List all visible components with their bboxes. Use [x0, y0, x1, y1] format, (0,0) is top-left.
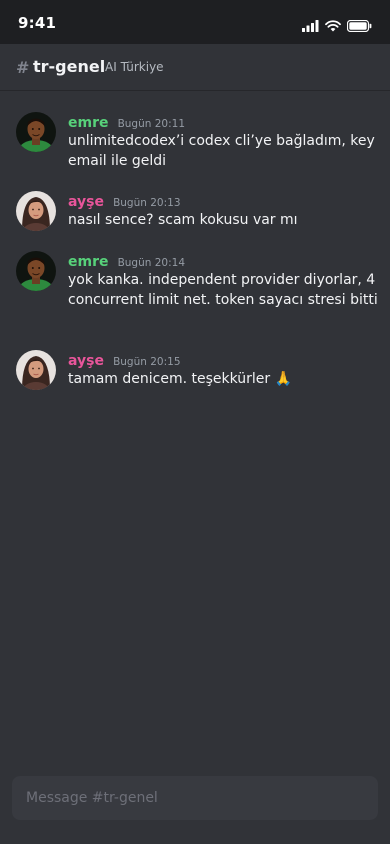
timestamp: Bugün 20:13 [113, 197, 181, 209]
status-icons [302, 18, 372, 34]
timestamp: Bugün 20:14 [117, 257, 186, 269]
message-composer [12, 776, 378, 820]
username[interactable]: ayşe [68, 353, 104, 369]
status-time: 9:41 [18, 14, 57, 32]
hash-icon: # [16, 58, 30, 77]
server-name: AI Türkiye [105, 60, 164, 74]
message-header: emre Bugün 20:14 [68, 251, 185, 270]
message-text: yok kanka. independent provider diyorlar… [68, 272, 378, 308]
username[interactable]: emre [68, 254, 108, 270]
message-item: emre Bugün 20:14 yok kanka. independent … [16, 251, 378, 333]
signal-icon [302, 17, 319, 36]
message-item: ayşe Bugün 20:15 tamam denicem. teşekkür… [16, 350, 378, 392]
channel-header: # tr-genel AI Türkiye [0, 44, 390, 91]
message-text: unlimitedcodex’i codex cli’ye bağladım, … [68, 133, 375, 169]
avatar-ayse[interactable] [16, 350, 56, 390]
message-header: ayşe Bugün 20:15 [68, 350, 181, 369]
timestamp: Bugün 20:11 [117, 118, 186, 130]
wifi-icon [325, 17, 341, 36]
message-text: tamam denicem. teşekkürler 🙏 [68, 371, 293, 387]
chat-screen: 9:41 # tr-genel AI Türkiye emre Bugün 20… [0, 0, 390, 844]
avatar-ayse[interactable] [16, 191, 56, 231]
timestamp: Bugün 20:15 [113, 356, 181, 368]
message-text: nasıl sence? scam kokusu var mı [68, 212, 298, 228]
username[interactable]: emre [68, 115, 108, 131]
message-item: ayşe Bugün 20:13 nasıl sence? scam kokus… [16, 191, 378, 233]
avatar-emre[interactable] [16, 251, 56, 291]
status-bar: 9:41 [0, 0, 390, 44]
message-header: emre Bugün 20:11 [68, 112, 185, 131]
message-item: emre Bugün 20:11 unlimitedcodex’i codex … [16, 112, 378, 174]
username[interactable]: ayşe [68, 194, 104, 210]
battery-icon [346, 17, 372, 36]
avatar-emre[interactable] [16, 112, 56, 152]
message-input[interactable] [12, 776, 378, 820]
channel-name[interactable]: tr-genel [33, 57, 105, 76]
message-header: ayşe Bugün 20:13 [68, 191, 181, 210]
